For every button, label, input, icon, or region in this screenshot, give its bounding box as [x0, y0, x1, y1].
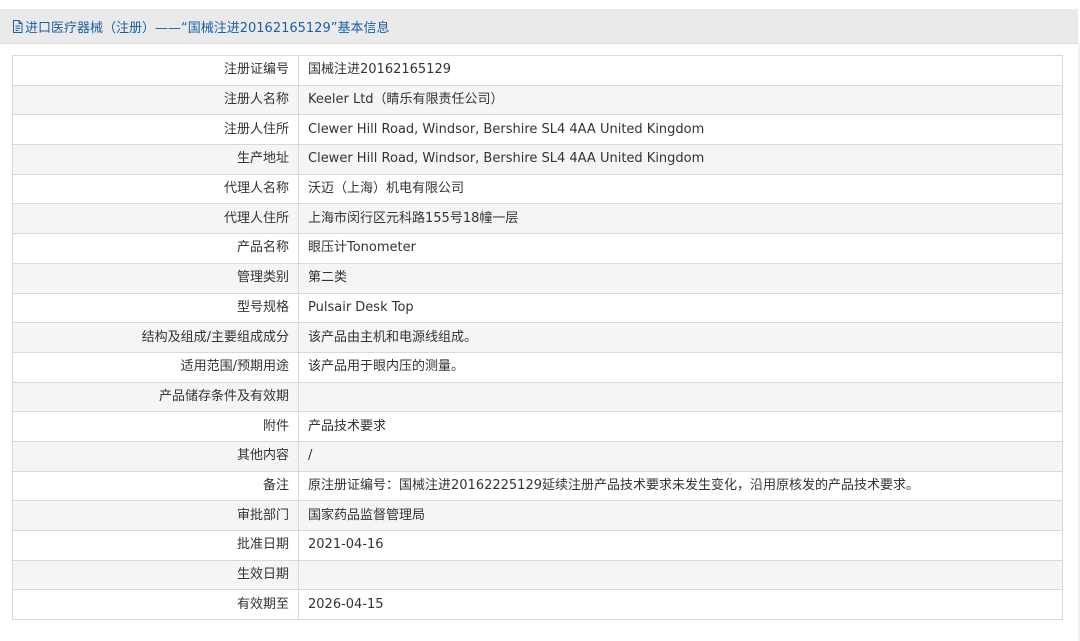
row-label: 代理人住所 [12, 203, 299, 235]
top-strip [0, 0, 1080, 9]
page-title: 进口医疗器械（注册）——“国械注进20162165129”基本信息 [25, 20, 390, 36]
row-label: 结构及组成/主要组成成分 [12, 322, 299, 353]
table-row: 其他内容 / [12, 440, 1063, 472]
table-row: 附件 产品技术要求 [12, 411, 1063, 442]
table-row: 型号规格 Pulsair Desk Top [12, 292, 1063, 324]
row-value: Clewer Hill Road, Windsor, Bershire SL4 … [298, 144, 1063, 175]
row-value: 沃迈（上海）机电有限公司 [298, 173, 1063, 205]
row-value: 2021-04-16 [298, 530, 1063, 561]
row-value: 该产品由主机和电源线组成。 [298, 322, 1063, 353]
table-row: 代理人名称 沃迈（上海）机电有限公司 [12, 173, 1063, 205]
row-label: 备注 [12, 470, 299, 502]
row-label: 型号规格 [12, 292, 299, 324]
row-label: 生效日期 [12, 559, 299, 591]
row-label: 产品储存条件及有效期 [12, 381, 299, 413]
row-value: / [298, 440, 1063, 472]
row-label: 注册人住所 [12, 114, 299, 146]
row-label: 批准日期 [12, 530, 299, 561]
table-row: 结构及组成/主要组成成分 该产品由主机和电源线组成。 [12, 322, 1063, 353]
row-label: 管理类别 [12, 262, 299, 294]
row-label: 产品名称 [12, 233, 299, 264]
page: 进口医疗器械（注册）——“国械注进20162165129”基本信息 注册证编号国… [0, 0, 1080, 641]
row-value: 国家药品监督管理局 [298, 500, 1063, 531]
row-value: 原注册证编号：国械注进20162225129延续注册产品技术要求未发生变化，沿用… [298, 470, 1063, 502]
table-row: 生效日期 [12, 559, 1063, 591]
table-row: 代理人住所 上海市闵行区元科路155号18幢一层 [12, 203, 1063, 235]
row-label: 生产地址 [12, 144, 299, 175]
table-row: 注册人名称 Keeler Ltd（睛乐有限责任公司） [12, 84, 1063, 116]
info-table-container: 注册证编号 国械注进20162165129 注册人名称 Keeler Ltd（睛乐有限… [12, 55, 1063, 621]
row-value: 国械注进20162165129 [298, 55, 1063, 86]
table-row: 生产地址 Clewer Hill Road, Windsor, Bershire … [12, 144, 1063, 175]
table-row: 管理类别 第二类 [12, 262, 1063, 294]
table-row: 产品名称 眼压计Tonometer [12, 233, 1063, 264]
row-value: Pulsair Desk Top [298, 292, 1063, 324]
row-value: Keeler Ltd（睛乐有限责任公司） [298, 84, 1063, 116]
row-label: 有效期至 [12, 589, 299, 621]
table-row: 有效期至 2026-04-15 [12, 589, 1063, 621]
row-value: Clewer Hill Road, Windsor, Bershire SL4 … [298, 114, 1063, 146]
row-value: 第二类 [298, 262, 1063, 294]
table-row: 注册证编号 国械注进20162165129 [12, 55, 1063, 86]
row-label: 注册人名称 [12, 84, 299, 116]
table-row: 审批部门 国家药品监督管理局 [12, 500, 1063, 531]
row-value: 该产品用于眼内压的测量。 [298, 351, 1063, 383]
row-label: 代理人名称 [12, 173, 299, 205]
info-table-body: 注册证编号 国械注进20162165129 注册人名称 Keeler Ltd（睛乐有限… [12, 55, 1063, 621]
info-table: 注册证编号 国械注进20162165129 注册人名称 Keeler Ltd（睛乐有限… [12, 55, 1063, 621]
row-label: 附件 [12, 411, 299, 442]
document-icon [12, 19, 23, 33]
row-value [298, 381, 1063, 413]
table-row: 适用范围/预期用途 该产品用于眼内压的测量。 [12, 351, 1063, 383]
row-value: 产品技术要求 [298, 411, 1063, 442]
row-value [298, 559, 1063, 591]
row-label: 审批部门 [12, 500, 299, 531]
row-label: 注册证编号 [12, 55, 299, 86]
info-header: 进口医疗器械（注册）——“国械注进20162165129”基本信息 [0, 9, 1078, 44]
row-value: 上海市闵行区元科路155号18幢一层 [298, 203, 1063, 235]
table-row: 注册人住所 Clewer Hill Road, Windsor, Bershire… [12, 114, 1063, 146]
row-label: 其他内容 [12, 440, 299, 472]
row-value: 2026-04-15 [298, 589, 1063, 621]
table-row: 批准日期 2021-04-16 [12, 530, 1063, 561]
row-value: 眼压计Tonometer [298, 233, 1063, 264]
table-row: 备注 原注册证编号：国械注进20162225129延续注册产品技术要求未发生变化，… [12, 470, 1063, 502]
table-row: 产品储存条件及有效期 [12, 381, 1063, 413]
row-label: 适用范围/预期用途 [12, 351, 299, 383]
